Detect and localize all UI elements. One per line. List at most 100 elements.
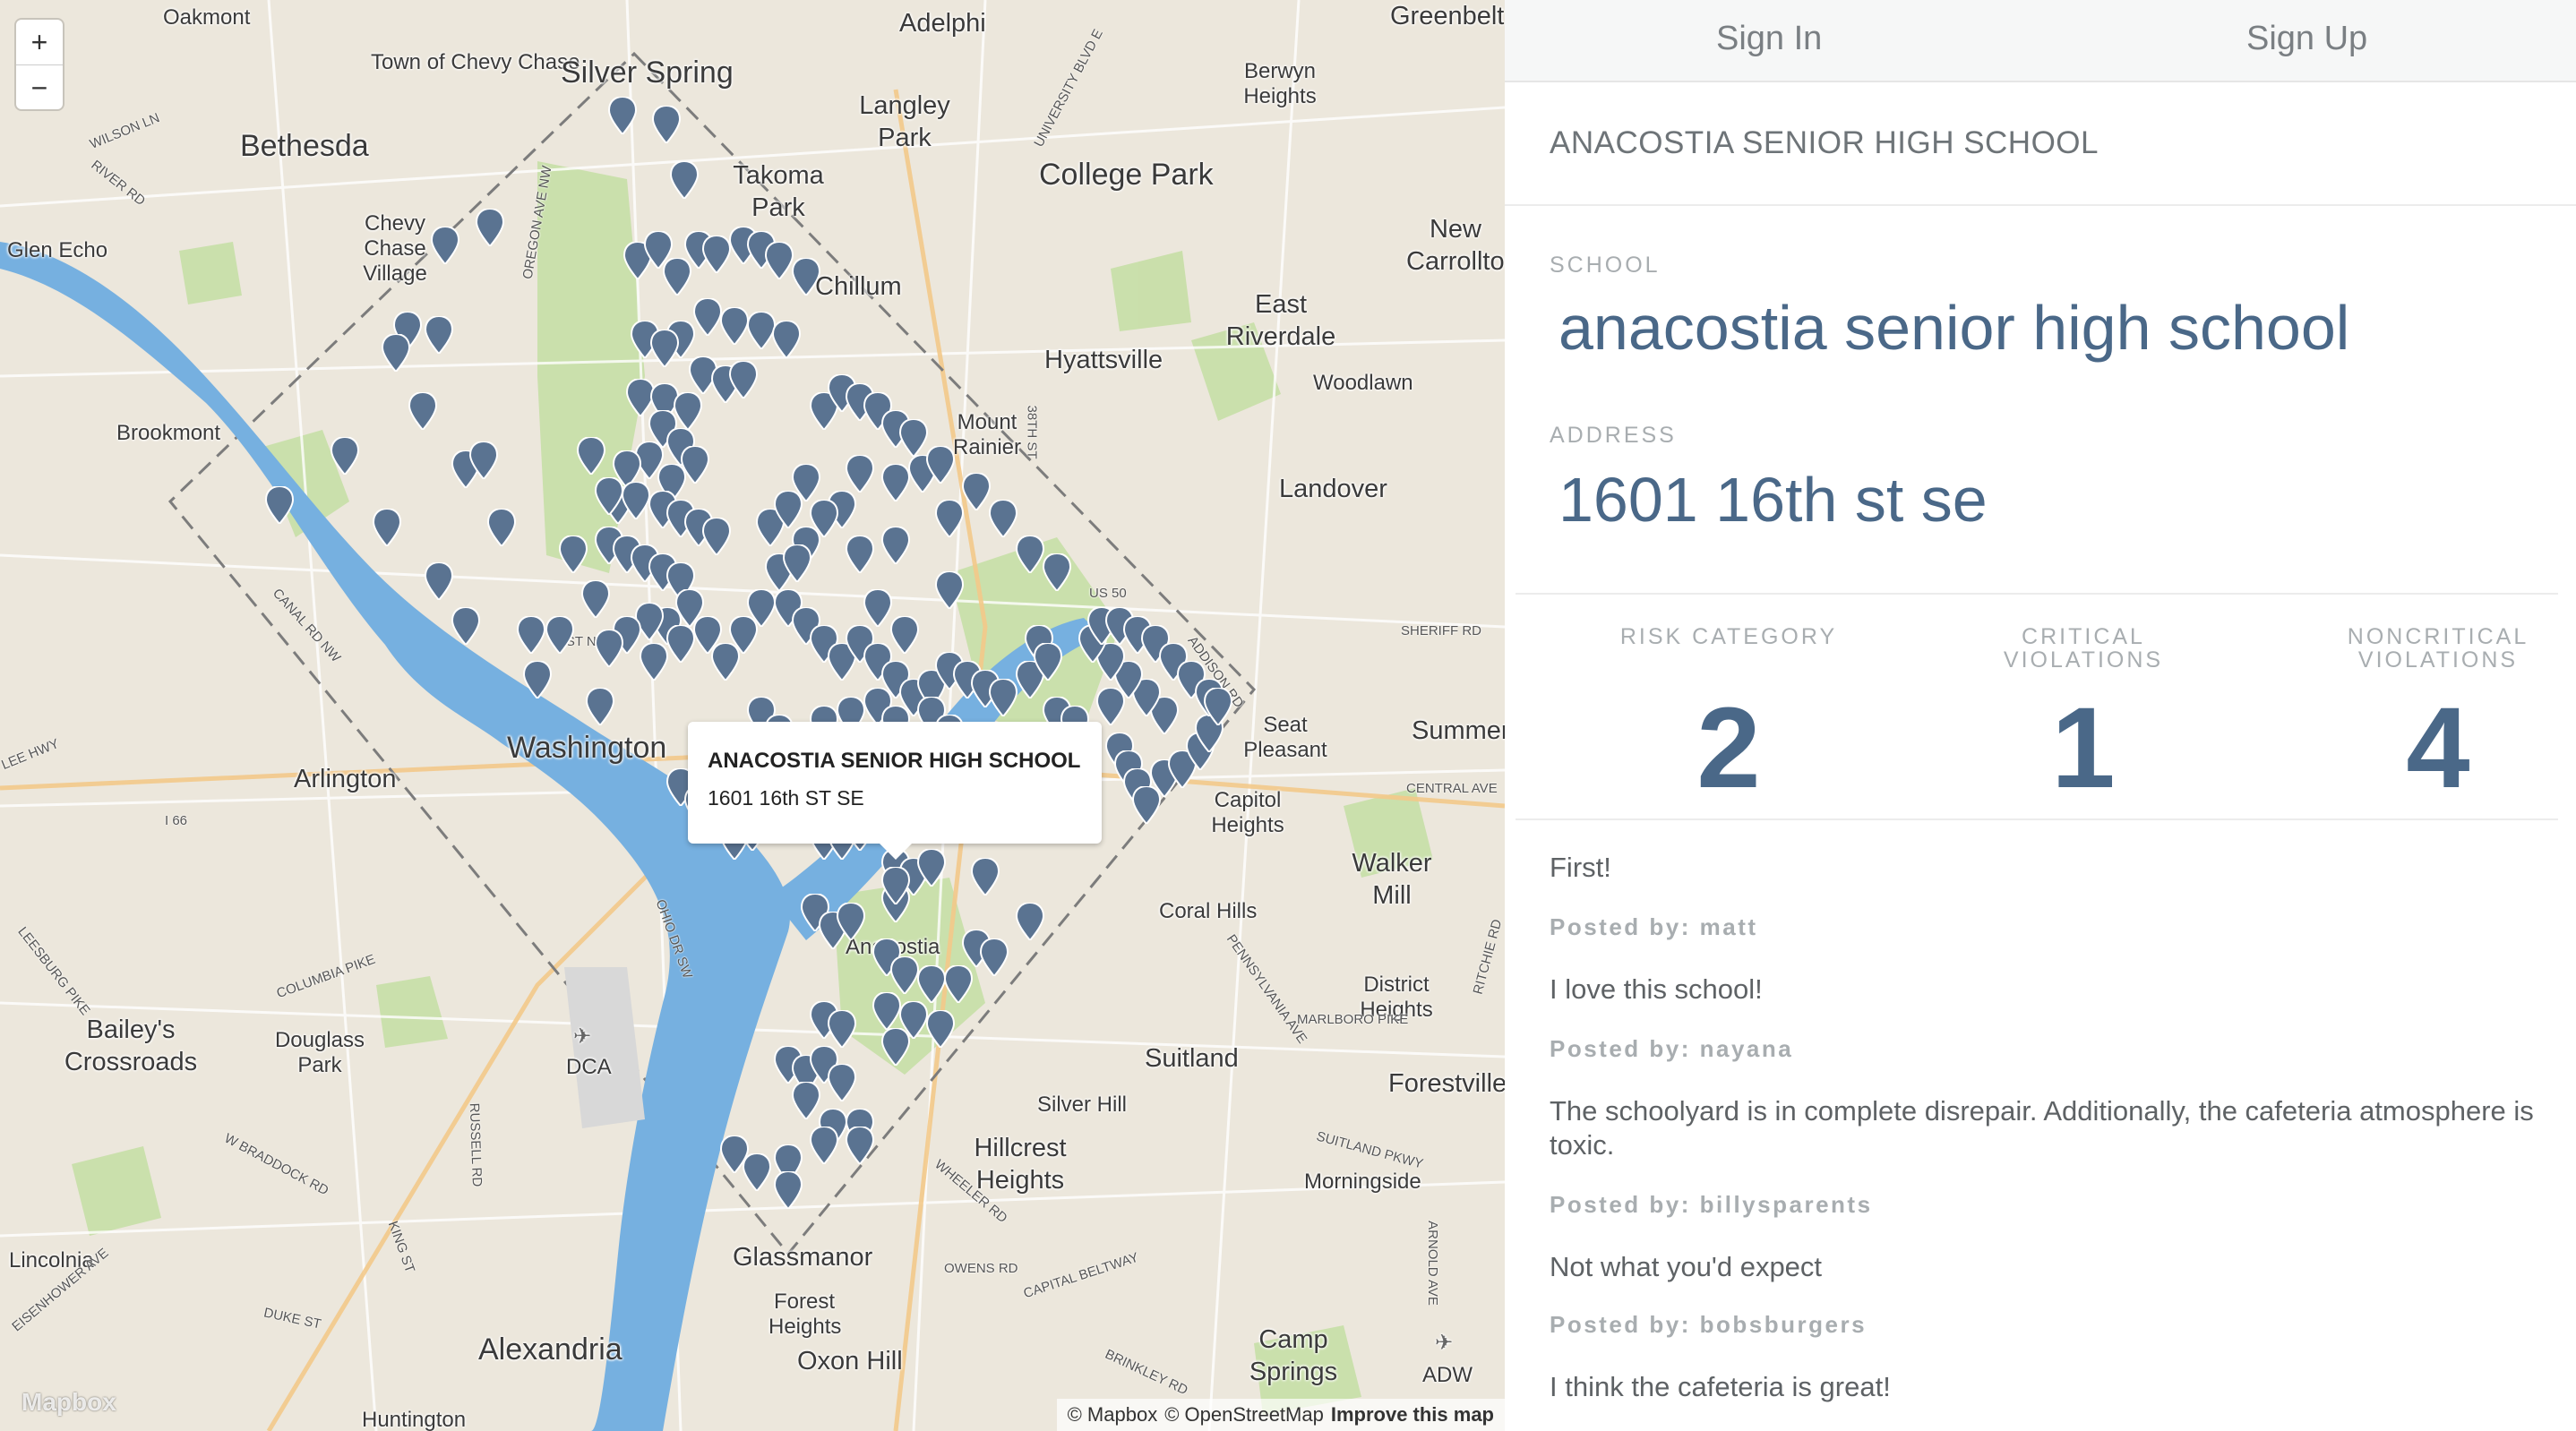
school-marker-icon[interactable] — [431, 227, 459, 264]
school-marker-icon[interactable] — [792, 464, 820, 501]
school-marker-icon[interactable] — [989, 679, 1018, 716]
road-label: CENTRAL AVE — [1406, 781, 1498, 796]
school-marker-icon[interactable] — [476, 209, 504, 246]
school-marker-icon[interactable] — [693, 298, 722, 336]
school-marker-icon[interactable] — [846, 1127, 874, 1164]
school-marker-icon[interactable] — [1034, 643, 1062, 681]
sign-in-link[interactable]: Sign In — [1716, 20, 1822, 58]
school-marker-icon[interactable] — [523, 661, 552, 698]
school-marker-icon[interactable] — [674, 392, 702, 430]
school-marker-icon[interactable] — [747, 589, 776, 627]
school-marker-icon[interactable] — [382, 334, 410, 372]
school-marker-icon[interactable] — [608, 97, 637, 134]
panel-title: ANACOSTIA SENIOR HIGH SCHOOL — [1550, 125, 2099, 160]
place-label: Mount Rainier — [952, 410, 1022, 459]
school-marker-icon[interactable] — [890, 956, 919, 994]
place-label: Washington — [507, 731, 667, 765]
school-marker-icon[interactable] — [595, 630, 623, 667]
school-marker-icon[interactable] — [451, 607, 480, 645]
school-marker-icon[interactable] — [828, 1010, 856, 1048]
school-marker-icon[interactable] — [652, 106, 681, 143]
school-marker-icon[interactable] — [846, 455, 874, 493]
school-marker-icon[interactable] — [577, 437, 605, 475]
school-marker-icon[interactable] — [1016, 536, 1044, 573]
school-marker-icon[interactable] — [765, 242, 794, 279]
noncritical-violations-label: NONCRITICAL VIOLATIONS — [2347, 624, 2529, 673]
school-marker-icon[interactable] — [408, 392, 437, 430]
school-marker-icon[interactable] — [1043, 553, 1071, 591]
school-marker-icon[interactable] — [872, 992, 901, 1030]
school-marker-icon[interactable] — [720, 307, 749, 345]
critical-violations-value: 1 — [2051, 684, 2116, 812]
school-marker-icon[interactable] — [837, 903, 865, 940]
school-marker-icon[interactable] — [792, 1082, 820, 1119]
school-marker-icon[interactable] — [666, 625, 695, 663]
school-marker-icon[interactable] — [881, 527, 910, 564]
school-marker-icon[interactable] — [670, 161, 699, 199]
school-marker-icon[interactable] — [425, 316, 453, 354]
school-marker-icon[interactable] — [774, 1171, 803, 1209]
school-marker-icon[interactable] — [517, 616, 545, 654]
school-marker-icon[interactable] — [783, 544, 811, 582]
school-marker-icon[interactable] — [1204, 688, 1232, 725]
school-marker-icon[interactable] — [980, 938, 1009, 976]
school-marker-icon[interactable] — [810, 1127, 838, 1164]
school-marker-icon[interactable] — [935, 500, 964, 537]
school-marker-icon[interactable] — [935, 571, 964, 609]
school-marker-icon[interactable] — [545, 616, 574, 654]
school-marker-icon[interactable] — [989, 500, 1018, 537]
school-marker-icon[interactable] — [595, 477, 623, 515]
school-marker-icon[interactable] — [373, 509, 401, 546]
road-label: OWENS RD — [944, 1261, 1018, 1276]
school-marker-icon[interactable] — [962, 473, 991, 510]
school-marker-icon[interactable] — [917, 849, 946, 887]
school-marker-icon[interactable] — [702, 518, 731, 555]
school-marker-icon[interactable] — [846, 536, 874, 573]
school-marker-icon[interactable] — [469, 441, 498, 479]
school-marker-icon[interactable] — [331, 437, 359, 475]
zoom-in-button[interactable]: + — [16, 20, 63, 65]
school-marker-icon[interactable] — [971, 858, 1000, 895]
top-nav: Sign In Sign Up — [1505, 0, 2576, 82]
comment-text: First! — [1550, 852, 1611, 883]
school-marker-icon[interactable] — [559, 536, 588, 573]
attribution-osm-link[interactable]: © OpenStreetMap — [1164, 1403, 1324, 1427]
place-label: Capitol Heights — [1211, 788, 1284, 837]
school-marker-icon[interactable] — [899, 419, 928, 457]
map[interactable]: + − Oakmont Adelphi Greenbelt Town of Ch… — [0, 0, 1505, 1431]
place-label: Forestville — [1388, 1069, 1505, 1098]
school-marker-icon[interactable] — [772, 321, 801, 358]
school-marker-icon[interactable] — [890, 616, 919, 654]
school-marker-icon[interactable] — [863, 589, 892, 627]
school-marker-icon[interactable] — [586, 688, 614, 725]
school-marker-icon[interactable] — [622, 482, 650, 519]
attribution-mapbox-link[interactable]: © Mapbox — [1068, 1403, 1158, 1427]
school-marker-icon[interactable] — [917, 965, 946, 1003]
school-marker-icon[interactable] — [881, 1028, 910, 1066]
school-marker-icon[interactable] — [881, 464, 910, 501]
popup-title: ANACOSTIA SENIOR HIGH SCHOOL — [708, 749, 1081, 773]
road-label: 38TH ST — [1024, 405, 1040, 459]
school-marker-icon[interactable] — [1016, 903, 1044, 940]
place-label: Landover — [1279, 475, 1387, 503]
improve-map-link[interactable]: Improve this map — [1331, 1403, 1494, 1427]
school-marker-icon[interactable] — [640, 643, 668, 681]
school-marker-icon[interactable] — [265, 486, 294, 524]
school-marker-icon[interactable] — [743, 1153, 771, 1191]
zoom-out-button[interactable]: − — [16, 65, 63, 110]
school-marker-icon[interactable] — [729, 361, 758, 398]
school-marker-icon[interactable] — [487, 509, 516, 546]
school-marker-icon[interactable] — [425, 562, 453, 600]
sign-up-link[interactable]: Sign Up — [2246, 20, 2367, 58]
school-marker-icon[interactable] — [792, 258, 820, 296]
school-marker-icon[interactable] — [702, 236, 731, 273]
school-marker-icon[interactable] — [926, 1010, 955, 1048]
school-marker-icon[interactable] — [581, 580, 610, 618]
school-marker-icon[interactable] — [881, 867, 910, 904]
school-marker-icon[interactable] — [828, 1064, 856, 1101]
place-label: Berwyn Heights — [1243, 59, 1317, 108]
school-marker-icon[interactable] — [944, 965, 973, 1003]
school-marker-icon[interactable] — [926, 446, 955, 484]
school-marker-icon[interactable] — [650, 330, 679, 367]
comment-author: Posted by: matt — [1550, 913, 1758, 940]
